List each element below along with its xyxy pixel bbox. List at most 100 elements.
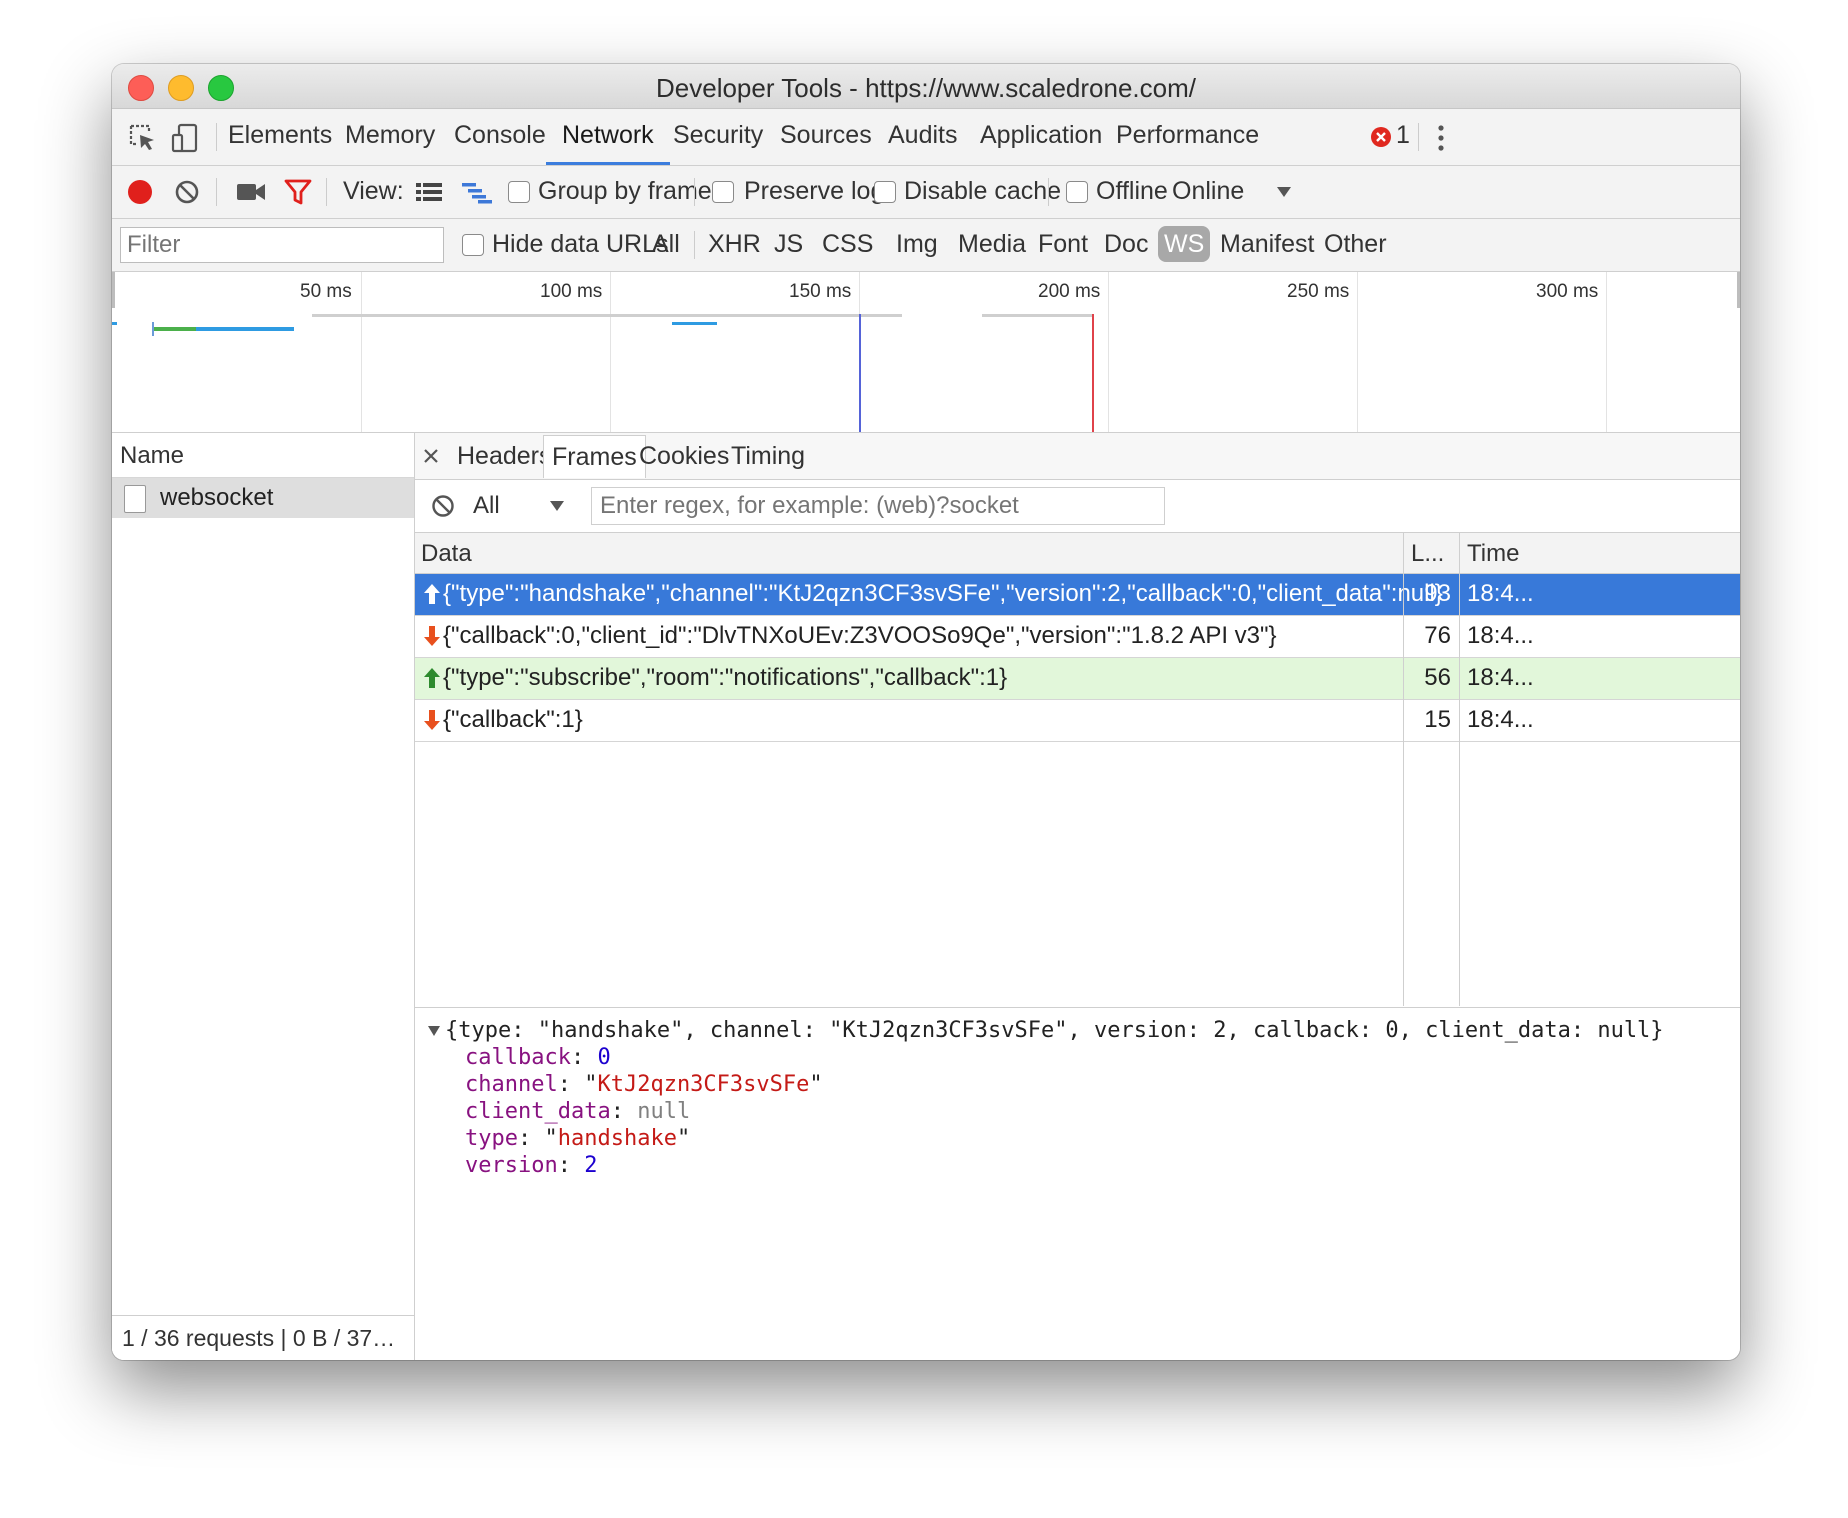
tick-label: 50 ms [300,281,352,302]
group-by-frame-checkbox[interactable] [508,181,530,203]
group-by-frame-label[interactable]: Group by frame [538,177,712,206]
name-column-header[interactable]: Name [112,433,414,478]
sent-arrow-icon [424,584,440,604]
tick-label: 150 ms [789,281,852,302]
object-summary[interactable]: {type: "handshake", channel: "KtJ2qzn3CF… [445,1018,1664,1043]
data-column-header[interactable]: Data [421,540,472,568]
dropdown-arrow-icon[interactable] [1276,186,1292,198]
network-toolbar: View: Group by frame Preserve log Disabl… [112,166,1740,219]
frames-table-header: Data L... Time [415,533,1740,574]
filter-icon[interactable] [284,179,312,205]
tab-audits[interactable]: Audits [888,121,957,162]
frame-time: 18:4... [1467,664,1534,691]
frame-row[interactable]: {"callback":0,"client_id":"DlvTNXoUEv:Z3… [415,616,1740,658]
property-value: handshake [557,1126,677,1151]
type-filter-all[interactable]: All [652,230,680,259]
length-column-header[interactable]: L... [1411,540,1444,568]
regex-filter-input[interactable] [591,487,1165,525]
request-detail-pane: Headers Frames Cookies Timing All Data L… [415,433,1740,1360]
tab-performance[interactable]: Performance [1116,121,1259,162]
more-menu-icon[interactable] [1436,123,1446,153]
request-name: websocket [160,484,274,511]
error-count[interactable]: 1 [1396,121,1410,150]
property-key: type [465,1126,518,1151]
offline-checkbox[interactable] [1066,181,1088,203]
type-filter-img[interactable]: Img [896,230,938,259]
block-icon[interactable] [431,494,455,518]
frame-time: 18:4... [1467,706,1534,733]
tab-elements[interactable]: Elements [228,121,332,162]
error-icon[interactable] [1370,126,1392,148]
type-filter-css[interactable]: CSS [822,230,873,259]
type-filter-other[interactable]: Other [1324,230,1387,259]
type-filter-xhr[interactable]: XHR [708,230,761,259]
throttling-select[interactable]: Online [1172,177,1244,206]
tab-security[interactable]: Security [673,121,763,162]
filter-input[interactable] [120,227,444,263]
frame-length: 15 [1424,706,1451,733]
tab-timing[interactable]: Timing [731,442,805,471]
divider [694,231,695,259]
property-row: channel: "KtJ2qzn3CF3svSFe" [465,1072,823,1097]
overview-left-handle[interactable] [112,272,115,308]
tab-console[interactable]: Console [454,121,546,162]
tab-application[interactable]: Application [980,121,1102,162]
tab-sources[interactable]: Sources [780,121,872,162]
timing-bar [672,322,717,325]
tab-frames[interactable]: Frames [543,435,646,478]
type-filter-js[interactable]: JS [774,230,803,259]
frame-row[interactable]: {"type":"handshake","channel":"KtJ2qzn3C… [415,574,1740,616]
request-row[interactable]: websocket [112,478,414,518]
divider [216,123,217,151]
expand-triangle-icon[interactable] [427,1025,441,1037]
type-filter-manifest[interactable]: Manifest [1220,230,1314,259]
column-divider[interactable] [1403,533,1404,1006]
overview-right-handle[interactable] [1737,272,1740,308]
timing-bar [982,314,1092,317]
record-icon[interactable] [126,178,154,206]
property-row: version: 2 [465,1153,598,1178]
tab-cookies[interactable]: Cookies [639,442,729,471]
tab-headers[interactable]: Headers [457,442,552,471]
camera-icon[interactable] [236,182,266,202]
frames-table: Data L... Time {"type":"handshake","chan… [415,533,1740,1006]
tab-network[interactable]: Network [546,121,670,165]
title-bar: Developer Tools - https://www.scaledrone… [112,64,1740,109]
property-row: callback: 0 [465,1045,611,1070]
preserve-log-label[interactable]: Preserve log [744,177,884,206]
timeline-overview[interactable]: 50 ms 100 ms 150 ms 200 ms 250 ms 300 ms [112,272,1740,433]
disable-cache-checkbox[interactable] [874,181,896,203]
tab-memory[interactable]: Memory [345,121,435,162]
hide-data-urls-checkbox[interactable] [462,234,484,256]
clear-icon[interactable] [174,179,200,205]
frame-row[interactable]: {"callback":1} 15 18:4... [415,700,1740,742]
property-value: KtJ2qzn3CF3svSFe [597,1072,810,1097]
preserve-log-checkbox[interactable] [712,181,734,203]
divider [694,178,695,206]
grid-line [1108,272,1109,432]
time-column-header[interactable]: Time [1467,540,1519,568]
list-view-icon[interactable] [416,182,442,202]
type-filter-font[interactable]: Font [1038,230,1088,259]
type-filter-ws[interactable]: WS [1158,226,1211,262]
frame-length: 76 [1424,622,1451,649]
hide-data-urls-label[interactable]: Hide data URLs [492,230,668,259]
name-column-label: Name [120,442,185,469]
tick-label: 300 ms [1536,281,1599,302]
offline-label[interactable]: Offline [1096,177,1168,206]
device-toolbar-icon[interactable] [170,123,200,153]
divider [1418,123,1419,151]
inspect-icon[interactable] [128,123,158,153]
frame-row[interactable]: {"type":"subscribe","room":"notification… [415,658,1740,700]
frame-type-select[interactable]: All [473,492,500,520]
waterfall-view-icon[interactable] [462,182,492,204]
dropdown-arrow-icon[interactable] [549,500,565,512]
disable-cache-label[interactable]: Disable cache [904,177,1061,206]
type-filter-doc[interactable]: Doc [1104,230,1148,259]
close-icon[interactable] [423,448,439,464]
column-divider[interactable] [1459,533,1460,1006]
devtools-window: Developer Tools - https://www.scaledrone… [112,64,1740,1360]
property-row: type: "handshake" [465,1126,691,1151]
type-filter-media[interactable]: Media [958,230,1026,259]
window-title: Developer Tools - https://www.scaledrone… [656,73,1196,103]
